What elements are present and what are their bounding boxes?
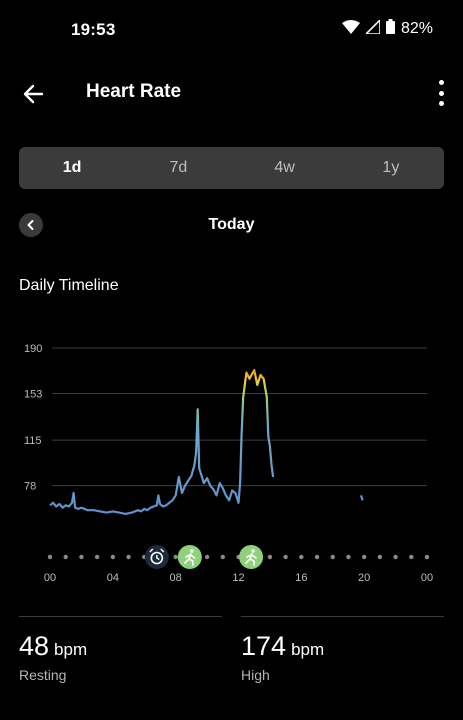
timeline-dot (361, 554, 367, 560)
timeline-dot (126, 554, 131, 560)
timeline-dot (47, 554, 53, 560)
timeline-dot (173, 554, 178, 560)
timeline-dot (94, 554, 100, 560)
timeline-dot (204, 554, 210, 560)
timeline-dot (346, 554, 351, 560)
high-value: 174 bpm (241, 631, 325, 661)
heart-rate-series (49, 369, 275, 515)
run-icon (251, 549, 255, 553)
timeline-dot (409, 554, 414, 560)
back-button[interactable] (20, 80, 48, 108)
timeline-dot (79, 554, 84, 560)
tab-1d[interactable]: 1d (19, 147, 125, 189)
y-tick-label: 153 (24, 388, 42, 400)
timeline-dot (283, 554, 288, 560)
signal-icon (364, 17, 381, 39)
resting-stat: 48 bpm Resting (19, 616, 222, 697)
x-tick-label: 00 (421, 572, 433, 584)
date-label: Today (208, 216, 255, 233)
range-tabs: 1d 7d 4w 1y (19, 147, 444, 189)
more-options-button[interactable] (435, 80, 447, 106)
x-tick-label: 12 (232, 572, 244, 584)
stats-row: 48 bpm Resting 174 bpm High (0, 616, 463, 706)
tab-1y[interactable]: 1y (338, 147, 444, 189)
timeline-dot (330, 554, 335, 560)
timeline-dot (424, 554, 430, 560)
x-tick-label: 08 (170, 572, 182, 584)
status-icons: 82% (341, 17, 433, 39)
timeline-dot (63, 554, 68, 560)
timeline-dot (393, 554, 398, 560)
timeline-dot (314, 554, 320, 560)
high-label: High (241, 667, 270, 683)
status-bar: 19:53 82% (0, 0, 463, 60)
heart-rate-chart: 190 153 115 78 00 04 08 12 16 20 00 (0, 330, 463, 590)
page-title: Heart Rate (86, 81, 182, 102)
x-tick-label: 16 (295, 572, 307, 584)
y-tick-label: 115 (24, 435, 42, 447)
y-tick-label: 78 (24, 481, 36, 493)
timeline-dot (110, 554, 116, 560)
resting-value: 48 bpm (19, 631, 88, 661)
app-bar: Heart Rate (0, 60, 463, 126)
wifi-icon (341, 19, 360, 39)
timeline-dot (267, 554, 273, 560)
heart-rate-chart-svg: 190 153 115 78 00 04 08 12 16 20 00 (24, 343, 433, 584)
tab-7d[interactable]: 7d (125, 147, 231, 189)
more-vert-icon (438, 80, 444, 85)
x-tick-label: 00 (44, 572, 56, 584)
battery-percent: 82% (400, 20, 433, 37)
y-tick-label: 190 (24, 343, 42, 355)
timeline-dot (377, 554, 383, 560)
battery-icon (385, 19, 395, 39)
timeline-dot (299, 554, 304, 560)
status-time: 19:53 (71, 20, 116, 39)
date-navigator: Today (0, 210, 463, 240)
high-stat: 174 bpm High (241, 616, 444, 697)
timeline-dot (220, 554, 225, 560)
arrow-back-icon (23, 84, 44, 104)
x-tick-label: 20 (358, 572, 370, 584)
tab-4w[interactable]: 4w (232, 147, 338, 189)
resting-label: Resting (19, 667, 67, 683)
x-tick-label: 04 (107, 572, 119, 584)
section-title: Daily Timeline (19, 277, 119, 294)
heart-rate-series (359, 495, 364, 501)
run-icon (190, 549, 194, 553)
